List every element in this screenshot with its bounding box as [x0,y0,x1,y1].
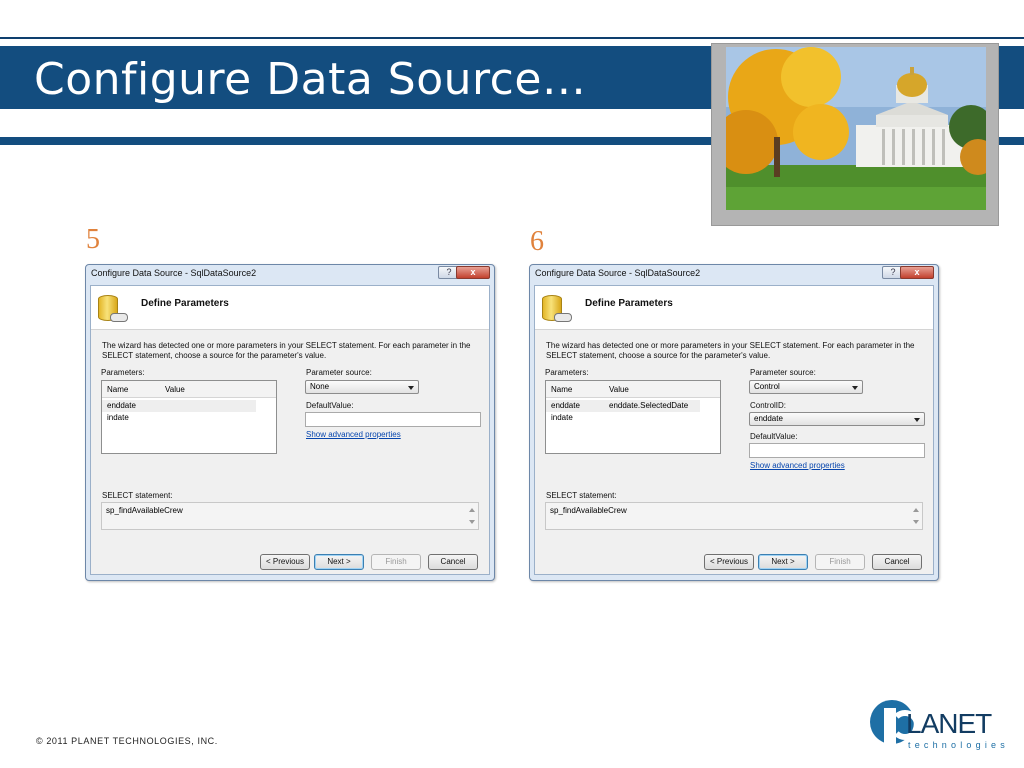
parameter-source-value: Control [754,382,780,391]
next-button[interactable]: Next > [314,554,364,570]
cancel-button[interactable]: Cancel [872,554,922,570]
control-id-select[interactable]: enddate [749,412,925,426]
parameter-source-select[interactable]: None [305,380,419,394]
dialog-heading: Define Parameters [585,298,673,309]
next-button[interactable]: Next > [758,554,808,570]
show-advanced-properties-link[interactable]: Show advanced properties [306,430,401,439]
column-value-header[interactable]: Value [165,385,185,394]
dialog-step-6: Configure Data Source - SqlDataSource2 ?… [529,264,939,581]
parameters-label: Parameters: [101,368,145,377]
default-value-input[interactable] [749,443,925,458]
logo-subtitle: technologies [908,740,1009,750]
database-icon [96,291,130,325]
default-value-input[interactable] [305,412,481,427]
dialog-step-5: Configure Data Source - SqlDataSource2 ?… [85,264,495,581]
previous-button[interactable]: < Previous [704,554,754,570]
copyright-footer: © 2011 PLANET TECHNOLOGIES, INC. [36,736,218,746]
table-row[interactable]: indate [102,412,256,424]
row-name: indate [551,413,573,422]
row-name: enddate [107,401,136,410]
scrollbar[interactable] [911,504,921,528]
dialog-body: Define Parameters The wizard has detecte… [534,285,934,575]
dialog-header: Define Parameters [535,286,933,330]
parameters-label: Parameters: [545,368,589,377]
row-name: enddate [551,401,580,410]
database-icon [540,291,574,325]
select-statement-box[interactable]: sp_findAvailableCrew [101,502,479,530]
dialog-title: Configure Data Source - SqlDataSource2 [535,268,701,278]
scroll-up-icon [469,508,475,512]
close-button[interactable]: x [900,266,934,279]
select-statement-label: SELECT statement: [546,491,617,500]
chevron-down-icon [914,418,920,422]
photo-frame [711,43,999,226]
finish-button[interactable]: Finish [371,554,421,570]
parameter-source-label: Parameter source: [306,368,372,377]
default-value-label: DefaultValue: [306,401,354,410]
scroll-down-icon [913,520,919,524]
logo-wordmark: LANET [906,708,992,739]
parameters-grid: Name Value enddate indate [101,380,277,454]
row-name: indate [107,413,129,422]
close-button[interactable]: x [456,266,490,279]
parameter-source-select[interactable]: Control [749,380,863,394]
slide-title: Configure Data Source… [34,54,587,105]
previous-button[interactable]: < Previous [260,554,310,570]
control-id-value: enddate [754,414,783,423]
cancel-button[interactable]: Cancel [428,554,478,570]
dialog-body: Define Parameters The wizard has detecte… [90,285,490,575]
table-row[interactable]: indate [546,412,700,424]
row-value: enddate.SelectedDate [609,401,689,410]
select-statement-label: SELECT statement: [102,491,173,500]
dialog-heading: Define Parameters [141,298,229,309]
capitol-photo [726,47,986,210]
chevron-down-icon [852,386,858,390]
table-row[interactable]: enddate enddate.SelectedDate [546,400,700,412]
dialog-description: The wizard has detected one or more para… [102,341,471,360]
table-row[interactable]: enddate [102,400,256,412]
parameter-source-label: Parameter source: [750,368,816,377]
control-id-label: ControlID: [750,401,787,410]
column-name-header[interactable]: Name [551,385,572,394]
scroll-down-icon [469,520,475,524]
scrollbar[interactable] [467,504,477,528]
step-number-6: 6 [530,226,544,257]
column-value-header[interactable]: Value [609,385,629,394]
select-statement-value: sp_findAvailableCrew [550,506,627,515]
grid-header: Name Value [546,381,720,398]
dialog-title: Configure Data Source - SqlDataSource2 [91,268,257,278]
chevron-down-icon [408,386,414,390]
finish-button[interactable]: Finish [815,554,865,570]
default-value-label: DefaultValue: [750,432,798,441]
select-statement-box[interactable]: sp_findAvailableCrew [545,502,923,530]
planet-logo: LANET technologies [866,698,1012,756]
top-rule [0,37,1024,39]
select-statement-value: sp_findAvailableCrew [106,506,183,515]
step-number-5: 5 [86,224,100,255]
dialog-description: The wizard has detected one or more para… [546,341,915,360]
parameter-source-value: None [310,382,330,391]
parameters-grid: Name Value enddate enddate.SelectedDate … [545,380,721,454]
scroll-up-icon [913,508,919,512]
show-advanced-properties-link[interactable]: Show advanced properties [750,461,845,470]
dialog-header: Define Parameters [91,286,489,330]
grid-header: Name Value [102,381,276,398]
column-name-header[interactable]: Name [107,385,128,394]
